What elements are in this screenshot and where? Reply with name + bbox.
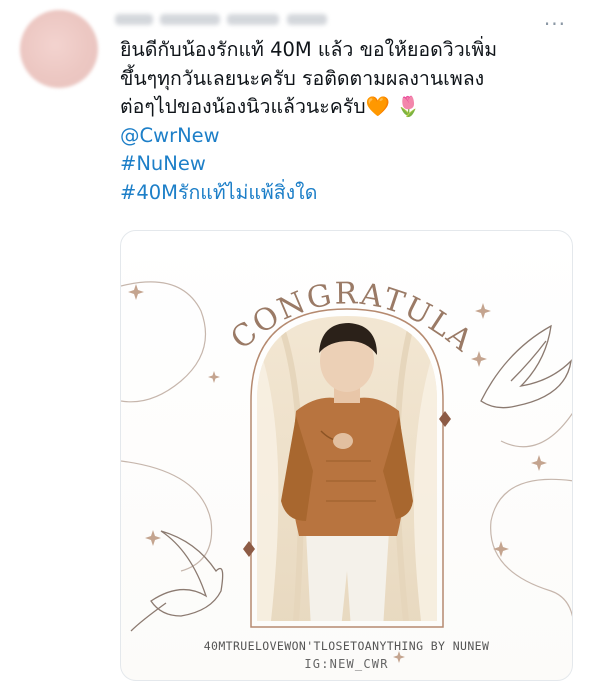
more-options-icon[interactable]: ... xyxy=(544,6,566,30)
user-name-blurred[interactable] xyxy=(115,10,345,28)
hashtag-link[interactable]: #NuNew xyxy=(120,150,580,179)
image-caption: 40MTRUELOVEWON'TLOSETOANYTHING BY NUNEW xyxy=(203,639,490,653)
congratulate-artwork: CONGRATULATE xyxy=(121,231,572,663)
hashtag-link[interactable]: #40Mรักแท้ไม่แพ้สิ่งใด xyxy=(120,179,580,208)
mention-link[interactable]: @CwrNew xyxy=(120,122,580,151)
tweet-line-2: ขึ้นๆทุกวันเลยนะครับ รอติดตามผลงานเพลง xyxy=(120,66,485,90)
tweet-line-3: ต่อๆไปของน้องนิวแล้วนะครับ🧡 🌷 xyxy=(120,95,421,118)
tweet-media-image[interactable]: CONGRATULATE xyxy=(120,230,573,681)
tweet-text: ยินดีกับน้องรักแท้ 40M แล้ว ขอให้ยอดวิวเ… xyxy=(120,36,580,207)
image-instagram-handle: IG:NEW_CWR xyxy=(304,657,389,671)
avatar[interactable] xyxy=(20,10,98,88)
tweet-line-1: ยินดีกับน้องรักแท้ 40M แล้ว ขอให้ยอดวิวเ… xyxy=(120,38,498,61)
